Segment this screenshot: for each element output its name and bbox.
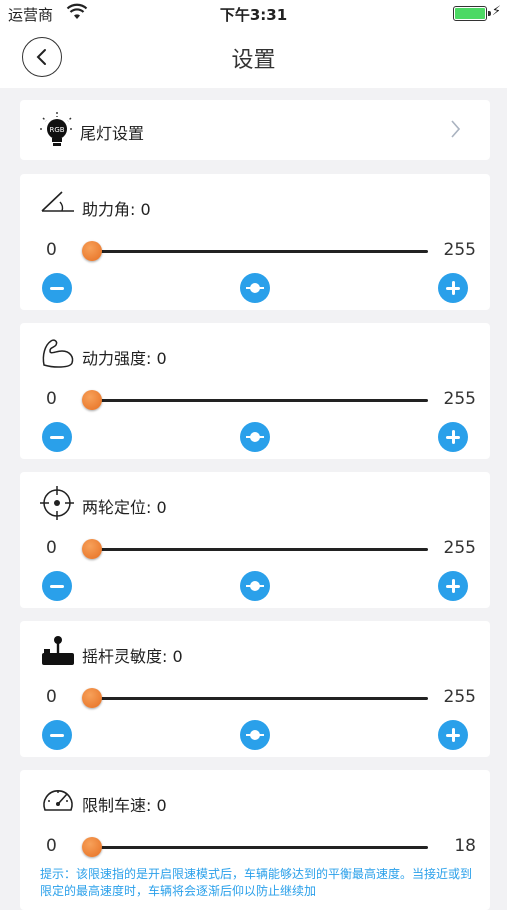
chevron-right-icon	[451, 120, 460, 138]
increase-button[interactable]	[438, 273, 468, 303]
status-bar: 运营商 下午3:31 ⚡	[0, 0, 507, 26]
joystick-sensitivity-card: 摇杆灵敏度: 0 0 255	[20, 621, 490, 757]
center-dot-icon	[250, 432, 260, 442]
slider-thumb[interactable]	[82, 688, 102, 708]
slider-thumb[interactable]	[82, 539, 102, 559]
status-time: 下午3:31	[219, 6, 288, 24]
nav-bar: 设置	[0, 26, 507, 88]
slider-track[interactable]	[92, 548, 428, 551]
slider-thumb[interactable]	[82, 241, 102, 261]
slider-min-value: 0	[46, 240, 57, 260]
taillight-settings-row[interactable]: RGB 尾灯设置	[20, 100, 490, 160]
two-wheel-position-card: 两轮定位: 0 0 255	[20, 472, 490, 608]
center-dot-icon	[250, 730, 260, 740]
center-dot-icon	[250, 581, 260, 591]
charging-icon: ⚡	[491, 4, 501, 19]
increase-button[interactable]	[438, 720, 468, 750]
minus-icon	[50, 286, 64, 290]
crosshair-icon	[40, 486, 74, 520]
slider-max-value: 255	[443, 240, 476, 260]
slider-label: 摇杆灵敏度: 0	[82, 647, 183, 666]
slider-label: 限制车速: 0	[82, 796, 167, 815]
muscle-arm-icon	[42, 339, 74, 368]
center-button[interactable]	[240, 720, 270, 750]
minus-icon	[50, 584, 64, 588]
battery-icon	[453, 6, 491, 21]
slider-label: 两轮定位: 0	[82, 498, 167, 517]
slider-max-value: 18	[454, 836, 476, 856]
decrease-button[interactable]	[42, 273, 72, 303]
center-button[interactable]	[240, 422, 270, 452]
slider-max-value: 255	[443, 687, 476, 707]
minus-icon	[50, 435, 64, 439]
slider-min-value: 0	[46, 687, 57, 707]
speed-limit-card: 限制车速: 0 0 18 提示：该限速指的是开启限速模式后，车辆能够达到的平衡最…	[20, 770, 490, 910]
center-button[interactable]	[240, 571, 270, 601]
speedometer-icon	[43, 790, 73, 811]
center-button[interactable]	[240, 273, 270, 303]
slider-min-value: 0	[46, 389, 57, 409]
slider-max-value: 255	[443, 389, 476, 409]
slider-track[interactable]	[92, 250, 428, 253]
slider-thumb[interactable]	[82, 390, 102, 410]
center-dot-icon	[250, 283, 260, 293]
angle-icon	[41, 191, 74, 212]
minus-icon	[50, 733, 64, 737]
slider-track[interactable]	[92, 846, 428, 849]
joystick-icon	[42, 636, 74, 665]
decrease-button[interactable]	[42, 422, 72, 452]
slider-min-value: 0	[46, 836, 57, 856]
power-strength-card: 动力强度: 0 0 255	[20, 323, 490, 459]
slider-label: 助力角: 0	[82, 200, 151, 219]
page-title: 设置	[231, 48, 276, 73]
speed-limit-hint: 提示：该限速指的是开启限速模式后，车辆能够达到的平衡最高速度。当接近或到限定的最…	[40, 867, 473, 898]
increase-button[interactable]	[438, 422, 468, 452]
rgb-bulb-icon: RGB	[40, 112, 74, 146]
decrease-button[interactable]	[42, 571, 72, 601]
slider-min-value: 0	[46, 538, 57, 558]
slider-track[interactable]	[92, 697, 428, 700]
decrease-button[interactable]	[42, 720, 72, 750]
assist-angle-card: 助力角: 0 0 255	[20, 174, 490, 310]
slider-track[interactable]	[92, 399, 428, 402]
taillight-label: 尾灯设置	[80, 124, 145, 143]
rgb-icon-text: RGB	[49, 126, 64, 134]
increase-button[interactable]	[438, 571, 468, 601]
slider-label: 动力强度: 0	[82, 349, 167, 368]
slider-max-value: 255	[443, 538, 476, 558]
slider-thumb[interactable]	[82, 837, 102, 857]
